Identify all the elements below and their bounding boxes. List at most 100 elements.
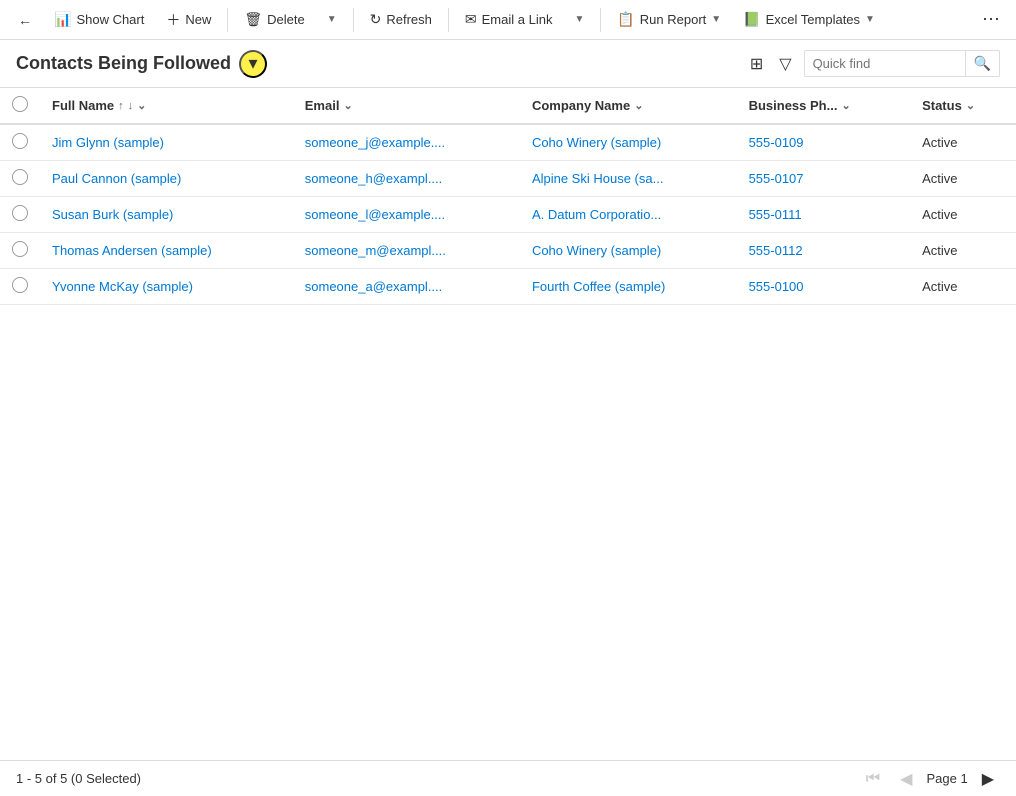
email-cell-1: someone_h@exampl.... [293, 161, 520, 197]
email-icon: ✉ [465, 11, 477, 28]
full-name-link-3[interactable]: Thomas Andersen (sample) [52, 243, 212, 258]
refresh-button[interactable]: ↻ Refresh [360, 7, 442, 32]
email-link-button[interactable]: ✉ Email a Link [455, 7, 563, 32]
delete-icon: 🗑 [244, 11, 262, 28]
phone-link-1[interactable]: 555-0107 [749, 171, 804, 186]
col-header-company-name: Company Name ⌄ [520, 88, 737, 124]
delete-label: Delete [267, 12, 305, 27]
phone-link-3[interactable]: 555-0112 [749, 243, 803, 258]
status-cell-1: Active [910, 161, 1016, 197]
email-cell-2: someone_l@example.... [293, 197, 520, 233]
col-header-email: Email ⌄ [293, 88, 520, 124]
table-header-row: Full Name ↑ ↓ ⌄ Email ⌄ Company Name [0, 88, 1016, 124]
status-cell-2: Active [910, 197, 1016, 233]
status-bar: 1 - 5 of 5 (0 Selected) ⏮ ◀ Page 1 ▶ [0, 760, 1016, 796]
back-icon: ← [18, 12, 32, 28]
edit-columns-button[interactable]: ⊞ [746, 50, 767, 78]
row-radio-2[interactable] [12, 205, 28, 221]
company-cell-3: Coho Winery (sample) [520, 233, 737, 269]
next-page-button[interactable]: ▶ [976, 767, 1000, 791]
select-all-checkbox[interactable] [12, 96, 28, 112]
refresh-icon: ↻ [370, 11, 382, 28]
full-name-link-0[interactable]: Jim Glynn (sample) [52, 135, 164, 150]
excel-templates-label: Excel Templates [766, 12, 860, 27]
email-link-1[interactable]: someone_h@exampl.... [305, 171, 443, 186]
new-label: New [185, 12, 211, 27]
sort-asc-icon[interactable]: ↑ [118, 100, 124, 112]
full-name-dropdown-icon[interactable]: ⌄ [137, 99, 146, 112]
new-icon: ＋ [166, 10, 180, 30]
excel-templates-button[interactable]: 📗 Excel Templates ▼ [733, 7, 885, 32]
email-link-dropdown-button[interactable]: ▼ [564, 10, 594, 29]
sort-desc-icon[interactable]: ↓ [128, 100, 134, 112]
company-link-2[interactable]: A. Datum Corporatio... [532, 207, 661, 222]
search-button[interactable]: 🔍 [965, 51, 999, 76]
full-name-link-2[interactable]: Susan Burk (sample) [52, 207, 173, 222]
status-dropdown-icon[interactable]: ⌄ [966, 99, 975, 112]
search-icon: 🔍 [974, 55, 991, 71]
company-cell-1: Alpine Ski House (sa... [520, 161, 737, 197]
table-container: Full Name ↑ ↓ ⌄ Email ⌄ Company Name [0, 88, 1016, 305]
email-link-3[interactable]: someone_m@exampl.... [305, 243, 446, 258]
search-input[interactable] [805, 52, 965, 75]
company-link-1[interactable]: Alpine Ski House (sa... [532, 171, 664, 186]
view-title-dropdown-button[interactable]: ▾ [239, 50, 267, 78]
pagination: ⏮ ◀ Page 1 ▶ [860, 767, 1000, 791]
email-dropdown-icon[interactable]: ⌄ [343, 99, 352, 112]
record-count: 1 - 5 of 5 (0 Selected) [16, 771, 141, 786]
email-link-4[interactable]: someone_a@exampl.... [305, 279, 443, 294]
prev-page-button[interactable]: ◀ [894, 767, 918, 791]
company-cell-0: Coho Winery (sample) [520, 124, 737, 161]
phone-link-0[interactable]: 555-0109 [749, 135, 804, 150]
edit-columns-icon: ⊞ [750, 56, 763, 73]
row-radio-4[interactable] [12, 277, 28, 293]
full-name-cell-2: Susan Burk (sample) [40, 197, 293, 233]
status-cell-4: Active [910, 269, 1016, 305]
phone-link-2[interactable]: 555-0111 [749, 207, 802, 222]
divider-3 [448, 8, 449, 32]
row-radio-1[interactable] [12, 169, 28, 185]
divider-2 [353, 8, 354, 32]
more-options-button[interactable]: ⋯ [974, 5, 1008, 34]
row-select-0 [0, 124, 40, 161]
table-row: Paul Cannon (sample) someone_h@exampl...… [0, 161, 1016, 197]
select-all-header [0, 88, 40, 124]
filter-button[interactable]: ▽ [775, 50, 795, 78]
company-link-0[interactable]: Coho Winery (sample) [532, 135, 661, 150]
col-header-status: Status ⌄ [910, 88, 1016, 124]
email-link-2[interactable]: someone_l@example.... [305, 207, 445, 222]
company-link-4[interactable]: Fourth Coffee (sample) [532, 279, 665, 294]
first-page-button[interactable]: ⏮ [860, 768, 886, 790]
dropdown-chevron-icon: ▾ [248, 53, 257, 74]
col-header-full-name: Full Name ↑ ↓ ⌄ [40, 88, 293, 124]
row-radio-0[interactable] [12, 133, 28, 149]
row-select-2 [0, 197, 40, 233]
company-cell-2: A. Datum Corporatio... [520, 197, 737, 233]
email-link-label: Email a Link [482, 12, 553, 27]
run-report-arrow: ▼ [711, 14, 721, 25]
delete-button[interactable]: 🗑 Delete [234, 7, 314, 32]
phone-cell-4: 555-0100 [737, 269, 911, 305]
phone-cell-1: 555-0107 [737, 161, 911, 197]
back-button[interactable]: ← [8, 8, 42, 32]
show-chart-button[interactable]: 📊 Show Chart [44, 7, 154, 32]
table-row: Susan Burk (sample) someone_l@example...… [0, 197, 1016, 233]
new-button[interactable]: ＋ New [156, 6, 221, 34]
company-link-3[interactable]: Coho Winery (sample) [532, 243, 661, 258]
full-name-link-4[interactable]: Yvonne McKay (sample) [52, 279, 193, 294]
email-cell-4: someone_a@exampl.... [293, 269, 520, 305]
full-name-cell-3: Thomas Andersen (sample) [40, 233, 293, 269]
table-row: Jim Glynn (sample) someone_j@example....… [0, 124, 1016, 161]
delete-dropdown-button[interactable]: ▼ [317, 10, 347, 29]
phone-link-4[interactable]: 555-0100 [749, 279, 804, 294]
run-report-button[interactable]: 📋 Run Report ▼ [607, 7, 731, 32]
phone-cell-2: 555-0111 [737, 197, 911, 233]
phone-dropdown-icon[interactable]: ⌄ [841, 99, 850, 112]
data-table: Full Name ↑ ↓ ⌄ Email ⌄ Company Name [0, 88, 1016, 305]
excel-dropdown-arrow: ▼ [865, 14, 875, 25]
row-radio-3[interactable] [12, 241, 28, 257]
email-link-0[interactable]: someone_j@example.... [305, 135, 445, 150]
divider-1 [227, 8, 228, 32]
full-name-link-1[interactable]: Paul Cannon (sample) [52, 171, 181, 186]
company-dropdown-icon[interactable]: ⌄ [634, 99, 643, 112]
